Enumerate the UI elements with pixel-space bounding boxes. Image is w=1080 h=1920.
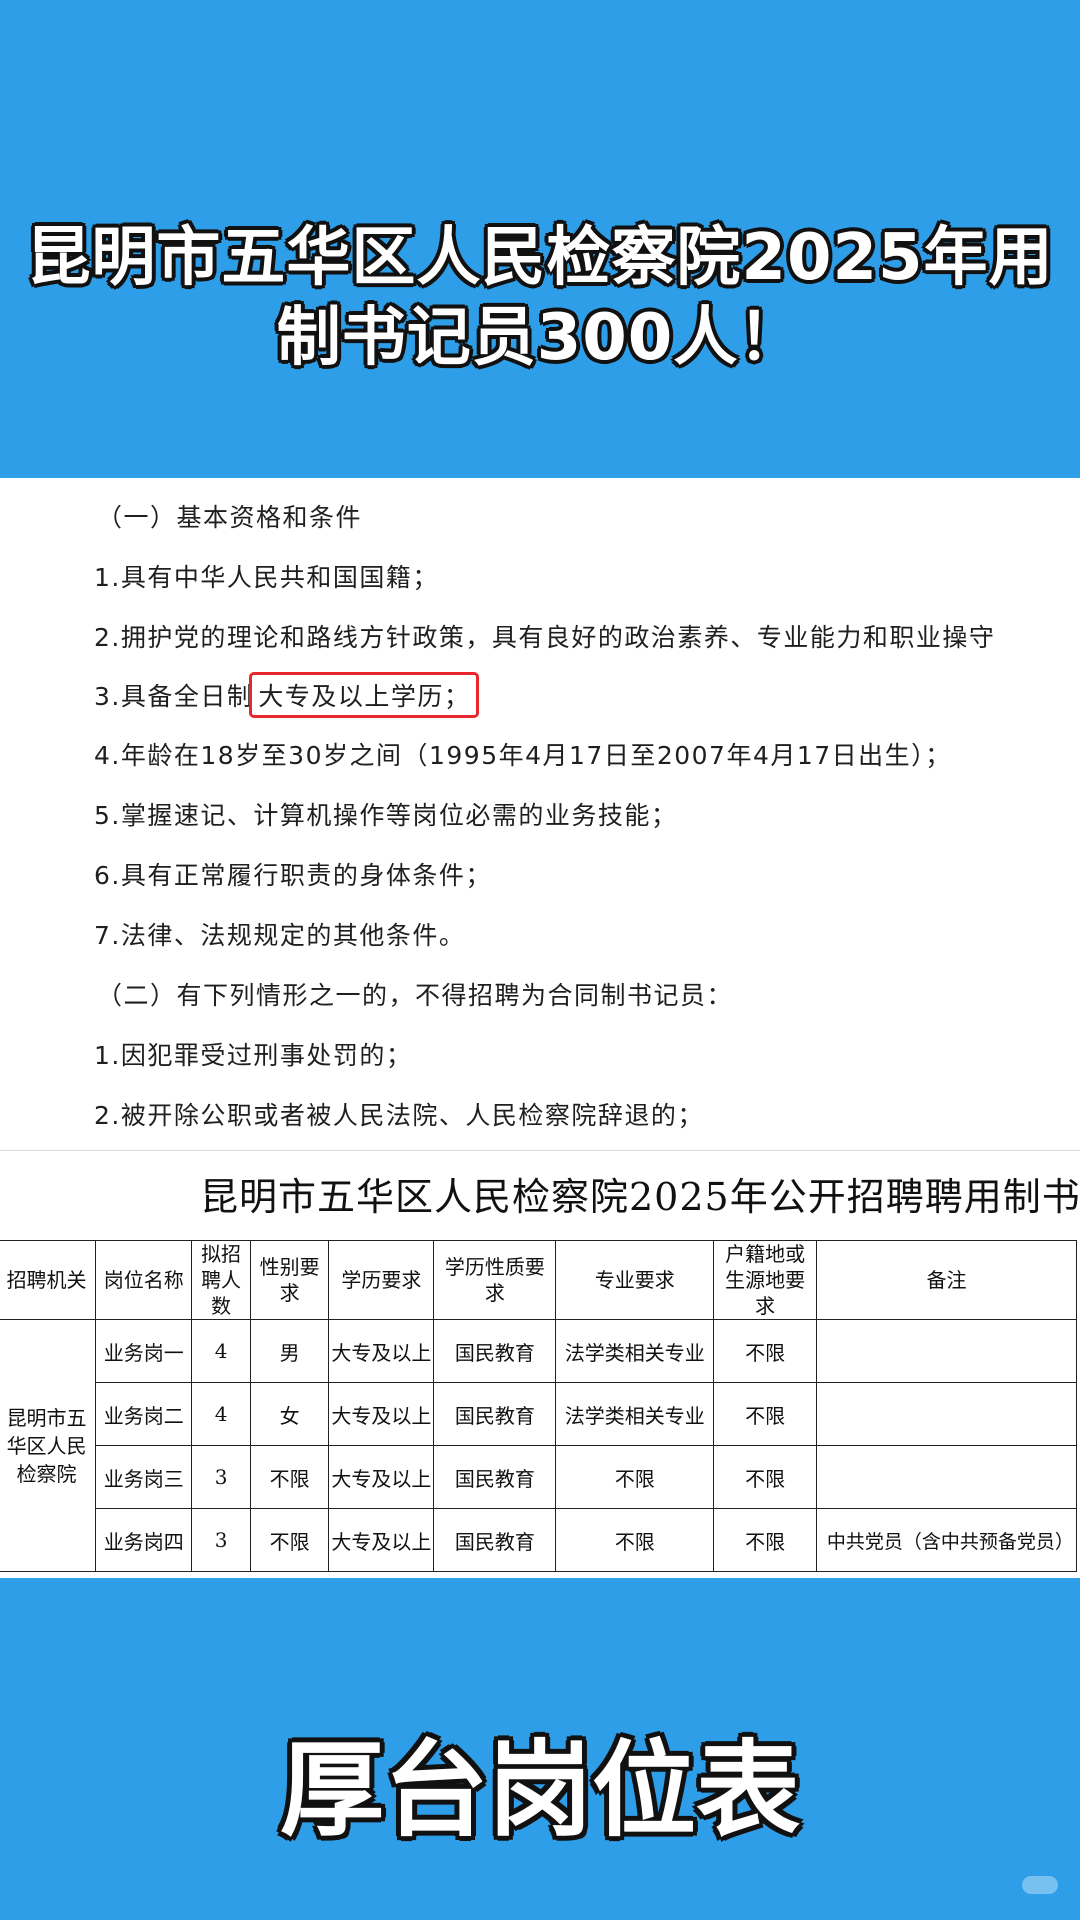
table-row: 业务岗二 4 女 大专及以上 国民教育 法学类相关专业 不限 [0,1382,1078,1446]
footer-caption: 厚台岗位表 [279,1729,800,1851]
header-count: 拟招聘人数 [191,1240,251,1320]
post-remarks [815,1445,1078,1509]
post-remarks [815,1382,1078,1446]
header-agency: 招聘机关 [0,1240,97,1320]
post-education: 大专及以上 [328,1382,435,1446]
header-post: 岗位名称 [95,1240,193,1320]
post-name: 业务岗四 [95,1508,193,1572]
post-count: 3 [191,1445,251,1509]
divider [0,1150,1080,1151]
post-remarks: 中共党员（含中共预备党员） [815,1508,1078,1572]
post-name: 业务岗三 [95,1445,193,1509]
headline: 昆明市五华区人民检察院2025年用 制书记员300人！ [0,218,1080,378]
header-banner: 昆明市五华区人民检察院2025年用 制书记员300人！ [0,0,1080,478]
watermark-icon [1022,1876,1058,1894]
exclusion-1: 1.因犯罪受过刑事处罚的； [94,1041,413,1070]
post-count: 4 [191,1382,251,1446]
document-panel: （一）基本资格和条件 1.具有中华人民共和国国籍； 2.拥护党的理论和路线方针政… [0,478,1080,1578]
requirement-1: 1.具有中华人民共和国国籍； [94,563,439,592]
post-name: 业务岗二 [95,1382,193,1446]
post-major: 法学类相关专业 [555,1382,715,1446]
table-title: 昆明市五华区人民检察院2025年公开招聘聘用制书记员岗位设置表 [200,1175,1080,1219]
post-residence: 不限 [713,1445,817,1509]
post-remarks [815,1319,1078,1383]
post-gender: 不限 [249,1445,330,1509]
post-gender: 女 [249,1382,330,1446]
header-gender: 性别要求 [249,1240,330,1320]
requirement-3-text: 3.具备全日制 [94,682,254,711]
post-education: 大专及以上 [328,1445,435,1509]
post-residence: 不限 [713,1508,817,1572]
table-row: 昆明市五华区人民检察院 业务岗一 4 男 大专及以上 国民教育 法学类相关专业 … [0,1319,1078,1572]
section-heading-1: （一）基本资格和条件 [97,503,363,532]
post-gender: 男 [249,1319,330,1383]
post-education: 大专及以上 [328,1319,435,1383]
post-residence: 不限 [713,1319,817,1383]
exclusion-2: 2.被开除公职或者被人民法院、人民检察院辞退的； [94,1101,704,1130]
position-table: 招聘机关 岗位名称 拟招聘人数 性别要求 学历要求 学历性质要求 专业要求 户籍… [0,1240,1078,1572]
requirement-5: 5.掌握速记、计算机操作等岗位必需的业务技能； [94,801,678,830]
headline-line1: 昆明市五华区人民检察院2025年用 [26,221,1054,295]
post-major: 不限 [555,1445,715,1509]
post-residence: 不限 [713,1382,817,1446]
post-edu-type: 国民教育 [433,1319,557,1383]
post-count: 3 [191,1508,251,1572]
section-heading-2: （二）有下列情形之一的，不得招聘为合同制书记员： [97,981,734,1010]
header-edu-type: 学历性质要求 [433,1240,557,1320]
post-edu-type: 国民教育 [433,1445,557,1509]
table-row: 业务岗三 3 不限 大专及以上 国民教育 不限 不限 [0,1445,1078,1509]
post-name: 业务岗一 [95,1319,193,1383]
header-major: 专业要求 [555,1240,715,1320]
table-header-row: 招聘机关 岗位名称 拟招聘人数 性别要求 学历要求 学历性质要求 专业要求 户籍… [0,1240,1078,1320]
header-residence: 户籍地或生源地要求 [713,1240,817,1320]
header-education: 学历要求 [328,1240,435,1320]
post-major: 不限 [555,1508,715,1572]
requirement-4: 4.年龄在18岁至30岁之间（1995年4月17日至2007年4月17日出生）； [94,741,952,770]
requirement-2: 2.拥护党的理论和路线方针政策，具有良好的政治素养、专业能力和职业操守 [94,623,996,652]
post-gender: 不限 [249,1508,330,1572]
post-major: 法学类相关专业 [555,1319,715,1383]
requirement-3: 3.具备全日制 大专及以上学历； [94,672,480,718]
post-edu-type: 国民教育 [433,1508,557,1572]
post-education: 大专及以上 [328,1508,435,1572]
requirement-7: 7.法律、法规规定的其他条件。 [94,921,466,950]
highlight-box: 大专及以上学历； [249,672,480,718]
table-row: 业务岗四 3 不限 大专及以上 国民教育 不限 不限 中共党员（含中共预备党员） [0,1508,1078,1572]
headline-line2: 制书记员300人！ [276,301,804,375]
header-remarks: 备注 [815,1240,1078,1320]
agency-cell: 昆明市五华区人民检察院 [0,1319,97,1572]
post-edu-type: 国民教育 [433,1382,557,1446]
post-count: 4 [191,1319,251,1383]
requirement-6: 6.具有正常履行职责的身体条件； [94,861,492,890]
